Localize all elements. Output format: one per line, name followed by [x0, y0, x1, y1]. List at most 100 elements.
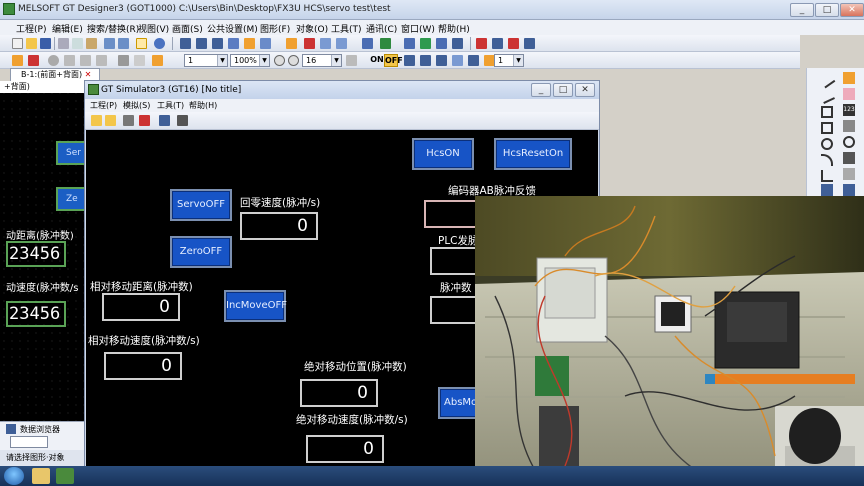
zero-off-button[interactable]: ZeroOFF — [170, 236, 232, 268]
monitor-icon[interactable] — [508, 38, 519, 49]
taskbar-explorer-icon[interactable] — [32, 468, 50, 484]
sim-menu-project[interactable]: 工程(P) — [90, 100, 117, 111]
redo-icon[interactable] — [118, 38, 129, 49]
flip-icon[interactable] — [80, 55, 91, 66]
line-tool-icon[interactable] — [818, 71, 836, 89]
screen-image-icon[interactable] — [244, 38, 255, 49]
rectangle-tool-icon[interactable] — [821, 106, 833, 118]
menu-figure[interactable]: 图形(F) — [260, 22, 290, 35]
screen-close-icon[interactable] — [212, 38, 223, 49]
cut-icon[interactable] — [58, 38, 69, 49]
sim-menu-tools[interactable]: 工具(T) — [157, 100, 184, 111]
grid-icon[interactable] — [346, 55, 357, 66]
hcs-on-button[interactable]: HcsON — [412, 138, 474, 170]
id-icon[interactable] — [436, 55, 447, 66]
menu-comm[interactable]: 通讯(C) — [366, 22, 397, 35]
category-icon[interactable] — [336, 38, 347, 49]
font-size-select[interactable]: 16 ▼ — [302, 54, 342, 67]
simulate-icon[interactable] — [452, 38, 463, 49]
pointer-tool-icon[interactable] — [843, 72, 855, 84]
spin-select[interactable]: 1 ▼ — [494, 54, 524, 67]
copy-icon[interactable] — [72, 38, 83, 49]
switch-tool-icon[interactable] — [843, 88, 855, 100]
polyline-tool-icon[interactable] — [819, 88, 835, 104]
save-icon[interactable] — [40, 38, 51, 49]
sim-device-icon[interactable] — [123, 115, 134, 126]
designer-distance-field[interactable]: 23456 — [6, 241, 66, 267]
minimize-button[interactable]: _ — [790, 3, 814, 17]
background-tab[interactable]: +背面) — [0, 81, 84, 93]
sim-minimize-button[interactable]: _ — [531, 83, 551, 97]
menu-object[interactable]: 对象(O) — [296, 22, 328, 35]
abs-position-field[interactable]: 0 — [300, 379, 378, 407]
arc-tool-icon[interactable] — [821, 154, 833, 166]
designer-servo-button[interactable]: Ser — [56, 141, 86, 165]
off-toggle[interactable]: OFF — [384, 54, 403, 67]
draw-icon[interactable] — [12, 55, 23, 66]
sim-options-icon[interactable] — [177, 115, 188, 126]
line-style-icon[interactable] — [118, 55, 129, 66]
menu-view[interactable]: 视图(V) — [138, 22, 169, 35]
preview-icon[interactable] — [452, 55, 463, 66]
rotate-icon[interactable] — [64, 55, 75, 66]
parts-tool-icon[interactable] — [843, 168, 855, 180]
state-icon[interactable] — [404, 55, 415, 66]
sim-menu-simulate[interactable]: 模拟(S) — [123, 100, 150, 111]
property-icon[interactable] — [260, 38, 271, 49]
zoom-select[interactable]: 100% ▼ — [230, 54, 270, 67]
menu-tools[interactable]: 工具(T) — [331, 22, 362, 35]
menu-edit[interactable]: 编辑(E) — [52, 22, 83, 35]
close-button[interactable]: ✕ — [840, 3, 864, 17]
inc-move-off-button[interactable]: IncMoveOFF — [224, 290, 287, 322]
sim-stop-icon[interactable] — [139, 115, 150, 126]
menu-project[interactable]: 工程(P) — [16, 22, 46, 35]
numeric-tool-icon[interactable]: 123 — [843, 104, 855, 116]
new-icon[interactable] — [12, 38, 23, 49]
options-icon[interactable] — [524, 38, 535, 49]
menu-common[interactable]: 公共设置(M) — [207, 22, 258, 35]
verify-icon[interactable] — [436, 38, 447, 49]
menu-screen[interactable]: 画面(S) — [172, 22, 203, 35]
maximize-button[interactable]: □ — [815, 3, 839, 17]
screen-new-icon[interactable] — [180, 38, 191, 49]
on-toggle[interactable]: ON — [370, 54, 384, 67]
sim-open-icon[interactable] — [91, 115, 102, 126]
write-icon[interactable] — [404, 38, 415, 49]
rel-distance-field[interactable]: 0 — [102, 293, 180, 321]
screen-open-icon[interactable] — [196, 38, 207, 49]
sim-maximize-button[interactable]: □ — [553, 83, 573, 97]
designer-canvas[interactable]: Ser Ze 动距离(脉冲数) 23456 动速度(脉冲数/s 23456 — [0, 81, 86, 421]
data-view-icon[interactable] — [320, 38, 331, 49]
clock-tool-icon[interactable] — [843, 136, 855, 148]
fill-tool-icon[interactable] — [821, 184, 833, 196]
abs-speed-field[interactable]: 0 — [306, 435, 384, 463]
circle-tool-icon[interactable] — [48, 55, 59, 66]
sim-close-button[interactable]: ✕ — [575, 83, 595, 97]
comment-tool-icon[interactable] — [843, 152, 855, 164]
sim-menu-help[interactable]: 帮助(H) — [189, 100, 217, 111]
hcs-reset-on-button[interactable]: HcsResetOn — [494, 138, 572, 170]
align-icon[interactable] — [96, 55, 107, 66]
rel-speed-field[interactable]: 0 — [104, 352, 182, 380]
color-icon[interactable] — [152, 55, 163, 66]
help-icon[interactable] — [154, 38, 165, 49]
designer-zero-button[interactable]: Ze — [56, 187, 86, 211]
sim-folder-icon[interactable] — [105, 115, 116, 126]
undo-icon[interactable] — [104, 38, 115, 49]
text-tool-icon[interactable] — [843, 120, 855, 132]
polygon-tool-icon[interactable] — [821, 122, 833, 134]
sim-monitor-icon[interactable] — [159, 115, 170, 126]
menu-help[interactable]: 帮助(H) — [438, 22, 470, 35]
grid-toggle-icon[interactable] — [468, 55, 479, 66]
menu-search[interactable]: 搜索/替换(R) — [87, 22, 139, 35]
designer-speed-field[interactable]: 23456 — [6, 301, 66, 327]
pen-icon[interactable] — [28, 55, 39, 66]
open-icon[interactable] — [26, 38, 37, 49]
transfer-icon[interactable] — [380, 38, 391, 49]
taskbar-gtdesigner-icon[interactable] — [56, 468, 74, 484]
sector-tool-icon[interactable] — [821, 170, 833, 182]
library-icon[interactable] — [286, 38, 297, 49]
fill-icon[interactable] — [134, 55, 145, 66]
stop-icon[interactable] — [476, 38, 487, 49]
font-icon[interactable] — [362, 38, 373, 49]
